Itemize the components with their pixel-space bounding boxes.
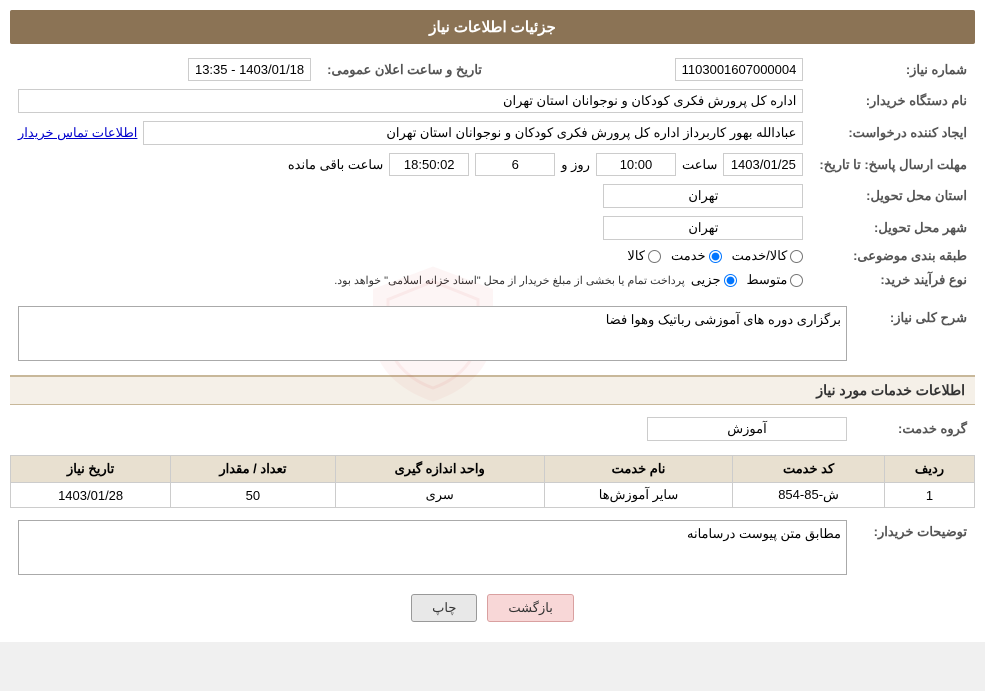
purchase-type-radio-group: متوسط جزیی [691,272,804,288]
service-group-table: گروه خدمت: آموزش [10,413,975,445]
services-table: ردیف کد خدمت نام خدمت واحد اندازه گیری ت… [10,455,975,508]
col-unit: واحد اندازه گیری [335,456,544,483]
subject-radio-khadamat[interactable]: خدمت [671,248,722,264]
button-row: بازگشت چاپ [10,594,975,622]
delivery-city-label: شهر محل تحویل: [811,212,975,244]
purchase-type-motavaset[interactable]: متوسط [747,272,804,288]
col-date: تاریخ نیاز [11,456,171,483]
service-group-label: گروه خدمت: [855,413,975,445]
main-info-table: شماره نیاز: 1103001607000004 تاریخ و ساع… [10,54,975,292]
purchase-type-jozi[interactable]: جزیی [691,272,737,288]
purchase-type-label: نوع فرآیند خرید: [811,268,975,292]
requester-value: عبادالله بهور کاربرداز اداره کل پرورش فک… [143,121,803,145]
deadline-remaining-label: ساعت باقی مانده [288,157,383,173]
contact-link[interactable]: اطلاعات تماس خریدار [18,125,137,141]
deadline-date: 1403/01/25 [723,153,803,176]
col-quantity: تعداد / مقدار [171,456,335,483]
col-row-num: ردیف [884,456,974,483]
need-number-value: 1103001607000004 [675,58,804,81]
deadline-label: مهلت ارسال پاسخ: تا تاریخ: [811,149,975,180]
description-section-table: شرح کلی نیاز: اناتندر برگزاری دوره های آ… [10,302,975,365]
requester-label: ایجاد کننده درخواست: [811,117,975,149]
purchase-type-motavaset-label: متوسط [747,272,788,288]
services-section-title: اطلاعات خدمات مورد نیاز [10,375,975,405]
deadline-time-label: ساعت [682,157,717,173]
print-button[interactable]: چاپ [411,594,477,622]
need-number-label: شماره نیاز: [811,54,975,85]
buyer-desc-value: مطابق متن پیوست درسامانه [18,520,847,575]
announcement-label: تاریخ و ساعت اعلان عمومی: [319,54,490,85]
deadline-remaining: 18:50:02 [389,153,469,176]
subject-radio-group: کالا/خدمت خدمت کالا [18,248,803,264]
subject-label: طبقه بندی موضوعی: [811,244,975,268]
subject-radio-kala-input[interactable] [648,250,661,263]
table-row: 1ش-85-854سایر آموزش‌هاسری501403/01/28 [11,483,975,508]
purchase-type-jozi-label: جزیی [691,272,721,288]
page-title: جزئیات اطلاعات نیاز [10,10,975,44]
purchase-type-jozi-input[interactable] [724,274,737,287]
subject-kala-label: کالا [627,248,645,264]
subject-radio-khadamat-input[interactable] [709,250,722,263]
buyer-org-label: نام دستگاه خریدار: [811,85,975,117]
col-service-name: نام خدمت [544,456,732,483]
delivery-city-value: تهران [603,216,803,240]
deadline-time: 10:00 [596,153,676,176]
back-button[interactable]: بازگشت [487,594,573,622]
general-desc-label: شرح کلی نیاز: [855,302,975,365]
subject-radio-kala-khadamat-input[interactable] [790,250,803,263]
buyer-desc-label: توضیحات خریدار: [855,516,975,579]
purchase-type-note: پرداخت تمام یا بخشی از مبلغ خریدار از مح… [334,274,685,287]
subject-radio-kala[interactable]: کالا [627,248,661,264]
subject-khadamat-label: خدمت [671,248,706,264]
delivery-province-label: استان محل تحویل: [811,180,975,212]
buyer-desc-table: توضیحات خریدار: مطابق متن پیوست درسامانه [10,516,975,579]
subject-radio-kala-khadamat[interactable]: کالا/خدمت [732,248,804,264]
delivery-province-value: تهران [603,184,803,208]
subject-kala-khadamat-label: کالا/خدمت [732,248,788,264]
general-desc-value: برگزاری دوره های آموزشی رباتیک وهوا فضا [18,306,847,361]
service-group-value: آموزش [647,417,847,441]
buyer-org-value: اداره کل پرورش فکری کودکان و نوجوانان اس… [18,89,803,113]
purchase-type-motavaset-input[interactable] [790,274,803,287]
col-service-code: کد خدمت [733,456,885,483]
deadline-days-label: روز و [561,157,590,173]
announcement-value: 1403/01/18 - 13:35 [188,58,311,81]
deadline-days: 6 [475,153,555,176]
